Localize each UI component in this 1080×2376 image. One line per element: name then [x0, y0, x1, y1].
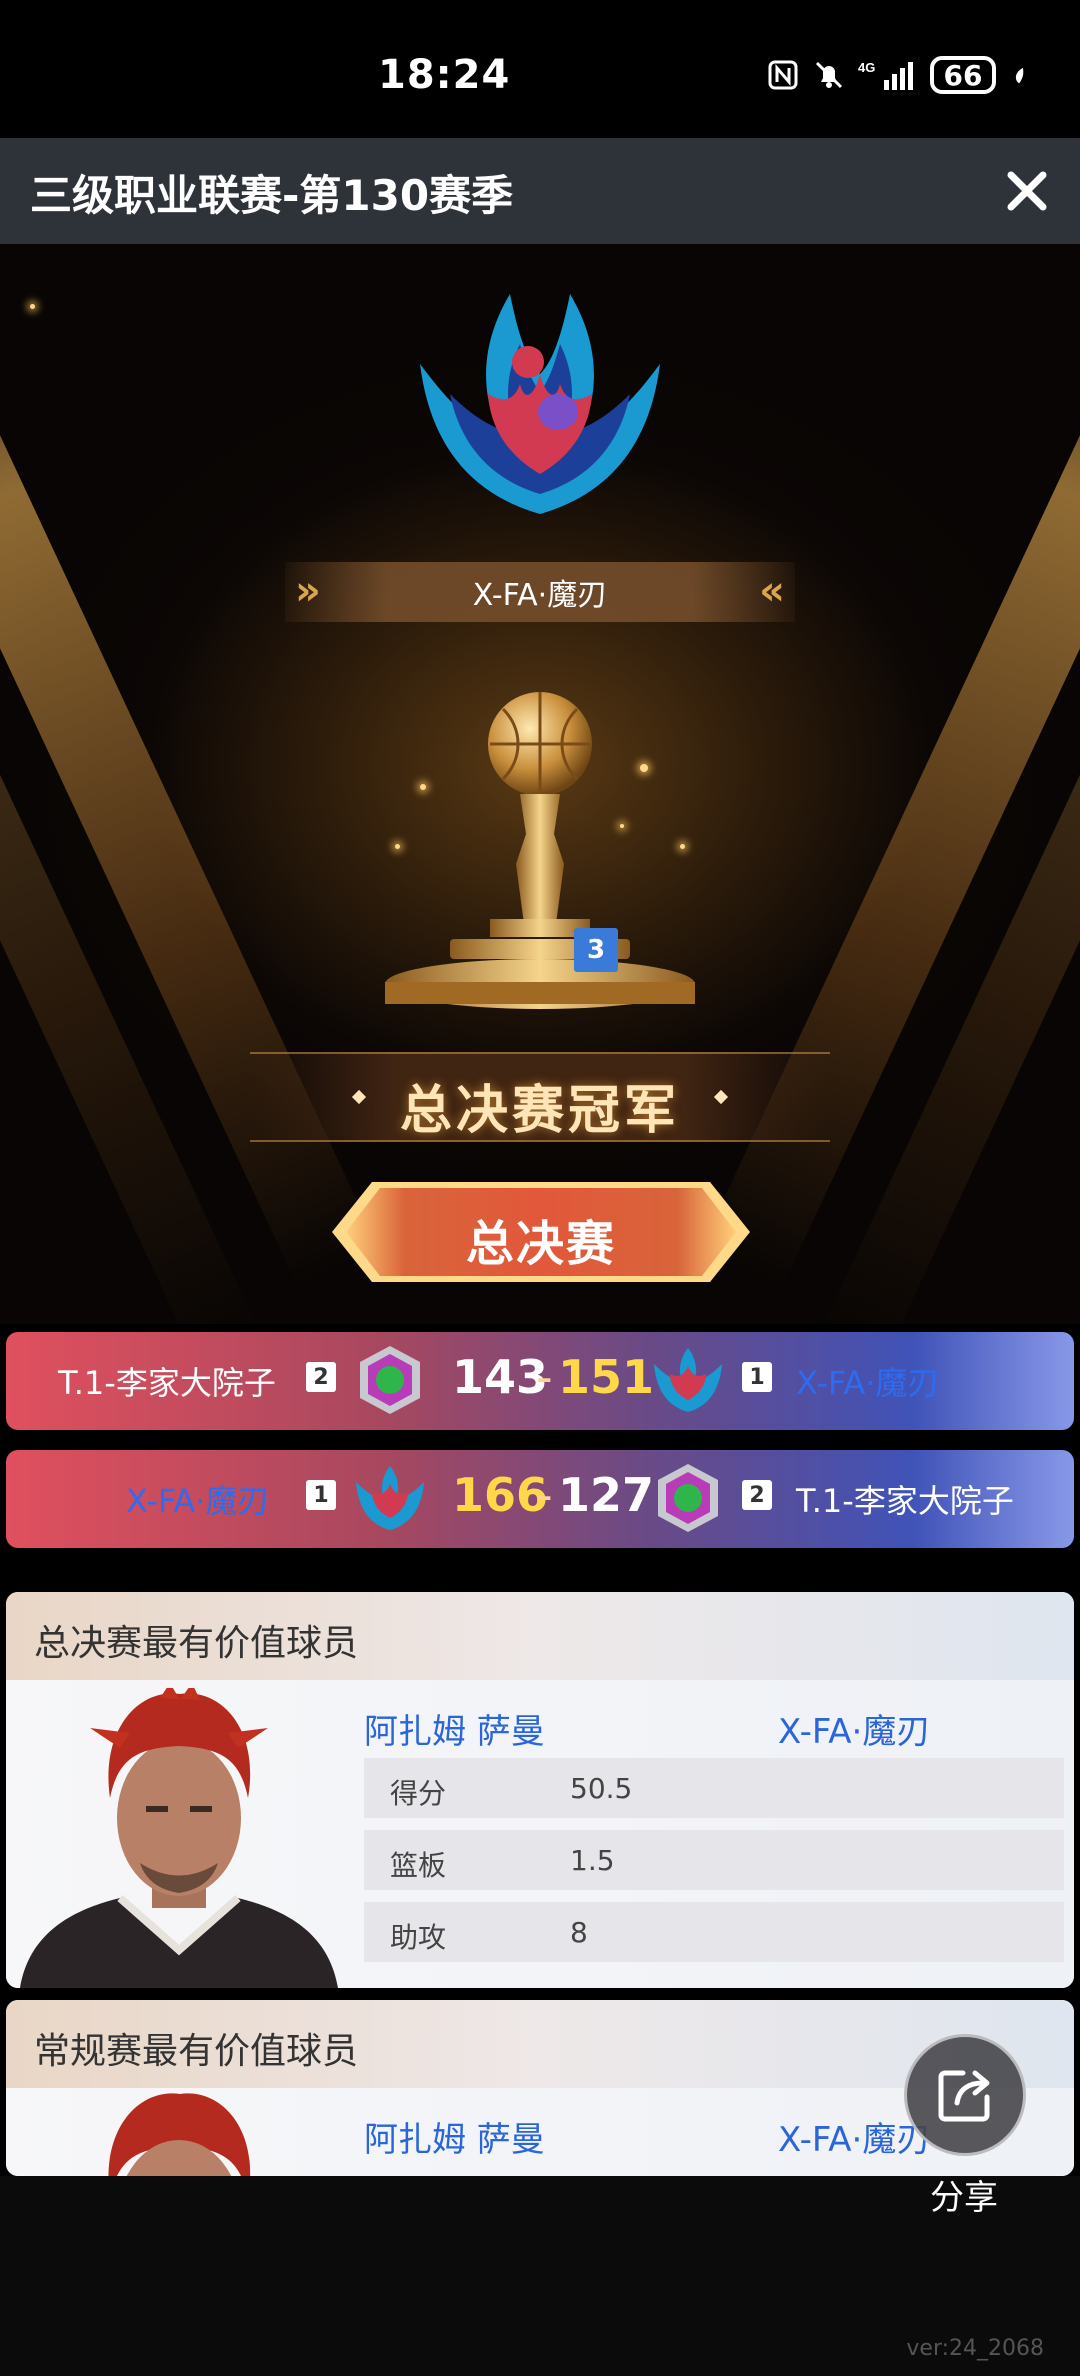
score-right: 127 [558, 1468, 655, 1522]
stat-value: 8 [570, 1916, 588, 1949]
match-row[interactable]: X-FA·魔刃 1 166 - 127 2 T.1-李家大院子 [6, 1450, 1074, 1548]
nfc-icon [768, 60, 798, 90]
stat-label: 篮板 [390, 1849, 447, 1882]
trophy-icon [385, 692, 695, 1009]
share-icon [938, 2070, 990, 2122]
mvp-team-name[interactable]: X-FA·魔刃 [778, 2112, 930, 2161]
champion-band: 总决赛冠军 [250, 1052, 830, 1142]
seed-badge: 2 [742, 1480, 772, 1510]
match-right-team: X-FA·魔刃 [796, 1364, 940, 1402]
seed-badge: 1 [742, 1362, 772, 1392]
champion-hero: » X-FA·魔刃 « 3 总决赛冠军 总决赛 [0, 244, 1080, 1324]
page-title: 三级职业联赛-第130赛季 [30, 171, 514, 220]
card-header: 总决赛最有价值球员 [6, 1592, 1074, 1680]
close-button[interactable] [996, 160, 1058, 222]
match-row[interactable]: T.1-李家大院子 2 143 - 151 1 X-FA·魔刃 [6, 1332, 1074, 1430]
chevron-left-icon: « [759, 568, 785, 614]
trophy-count-badge: 3 [574, 928, 618, 972]
stat-value: 50.5 [570, 1772, 633, 1805]
sparkle [30, 304, 35, 309]
status-bar: 18:24 4G 66 [0, 0, 1080, 138]
team-logo-xfa-icon [654, 1348, 722, 1412]
team-logo-dragon-icon [360, 1346, 420, 1414]
card-title: 常规赛最有价值球员 [34, 2031, 359, 2072]
finals-button[interactable]: 总决赛 [332, 1182, 750, 1282]
status-icons: 4G 66 [766, 56, 1030, 94]
match-left-team: T.1-李家大院子 [58, 1364, 276, 1402]
battery-indicator: 66 [930, 56, 996, 94]
seed-badge: 2 [306, 1362, 336, 1392]
score-separator: - [536, 1468, 553, 1522]
champion-team-name: X-FA·魔刃 [472, 578, 608, 613]
stat-label: 助攻 [390, 1921, 447, 1954]
title-bar: 三级职业联赛-第130赛季 [0, 138, 1080, 244]
score-separator: - [536, 1350, 553, 1404]
stat-row-assists: 助攻 8 [364, 1902, 1064, 1962]
share-button[interactable] [904, 2034, 1026, 2156]
score-right: 151 [558, 1350, 655, 1404]
finals-button-label: 总决赛 [465, 1216, 616, 1272]
share-label[interactable]: 分享 [930, 2170, 998, 2219]
champion-title: 总决赛冠军 [399, 1081, 680, 1141]
seed-badge: 1 [306, 1480, 336, 1510]
stat-row-points: 得分 50.5 [364, 1758, 1064, 1818]
chevron-right-icon: » [295, 568, 321, 614]
stat-value: 1.5 [570, 1844, 615, 1877]
stat-row-rebounds: 篮板 1.5 [364, 1830, 1064, 1890]
team-logo-xfa-icon [356, 1466, 424, 1530]
match-left-team: X-FA·魔刃 [126, 1482, 270, 1520]
team-logo-dragon-icon [658, 1464, 718, 1532]
player-portrait [20, 1688, 338, 1988]
card-title: 总决赛最有价值球员 [34, 1623, 359, 1664]
status-time: 18:24 [378, 52, 511, 98]
leaf-icon [1015, 67, 1024, 84]
signal-icon: 4G [858, 60, 913, 90]
mvp-player-name[interactable]: 阿扎姆 萨曼 [364, 1704, 545, 1753]
app-screen: 18:24 4G 66 三级职业联赛-第130赛季 » X-FA·魔刃 « 3 … [0, 0, 1080, 2376]
champion-team-banner: » X-FA·魔刃 « [285, 562, 795, 622]
mvp-player-name[interactable]: 阿扎姆 萨曼 [364, 2112, 545, 2161]
player-portrait [108, 2093, 251, 2176]
mvp-team-name[interactable]: X-FA·魔刃 [778, 1704, 930, 1753]
version-label: ver:24_2068 [906, 2336, 1044, 2361]
svg-text:4G: 4G [858, 60, 875, 75]
stat-label: 得分 [390, 1777, 447, 1810]
mute-bell-icon [815, 61, 843, 89]
match-right-team: T.1-李家大院子 [796, 1482, 1014, 1520]
finals-mvp-card[interactable]: 总决赛最有价值球员 阿扎姆 萨曼 X-FA·魔刃 得分 50.5 篮板 1.5 … [6, 1592, 1074, 1988]
score-left: 166 [452, 1468, 549, 1522]
close-icon [1007, 171, 1047, 211]
score-left: 143 [452, 1350, 549, 1404]
team-logo [420, 294, 660, 514]
